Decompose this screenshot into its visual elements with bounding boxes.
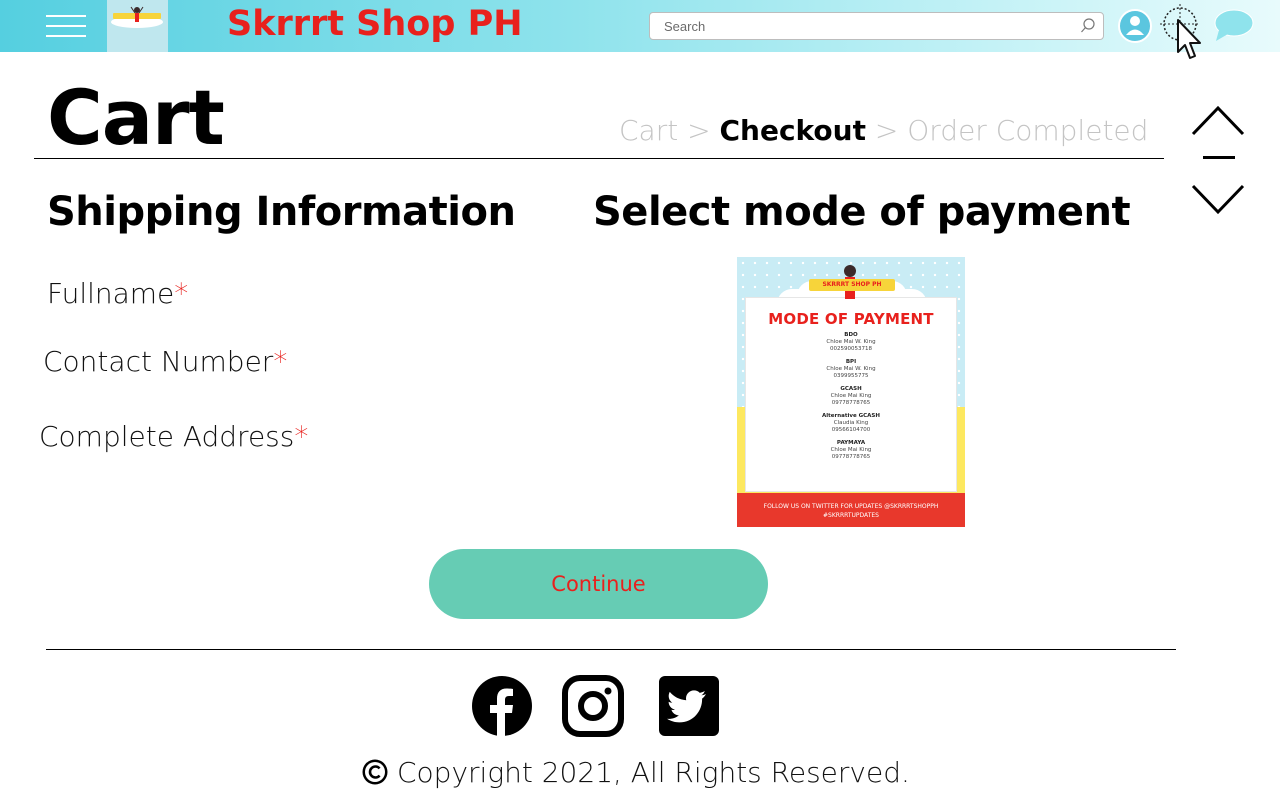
method-number: 09778778765 bbox=[831, 400, 871, 406]
search-input[interactable] bbox=[664, 17, 1064, 35]
copyright-text: Copyright 2021, All Rights Reserved. bbox=[397, 756, 910, 789]
payment-methods-poster[interactable]: SKRRRT SHOP PH MODE OF PAYMENT BDO Chloe… bbox=[737, 257, 965, 527]
field-label-text: Fullname bbox=[47, 277, 175, 310]
required-marker: * bbox=[174, 277, 189, 310]
instagram-icon[interactable] bbox=[562, 675, 624, 737]
shop-logo[interactable] bbox=[107, 0, 168, 52]
poster-heading: MODE OF PAYMENT bbox=[768, 310, 934, 328]
menu-icon[interactable] bbox=[46, 14, 86, 38]
copyright-icon bbox=[362, 759, 388, 785]
breadcrumb-separator: > bbox=[678, 114, 720, 147]
breadcrumb-order-completed: Order Completed bbox=[907, 114, 1149, 147]
poster-banner-text: FOLLOW US ON TWITTER FOR UPDATES @SKRRRT… bbox=[737, 502, 965, 520]
title-divider bbox=[34, 158, 1164, 159]
method-number: 002590053718 bbox=[830, 346, 872, 352]
brand-name[interactable]: Skrrrt Shop PH bbox=[227, 4, 523, 44]
payment-method: BPI Chloe Mai W. King 0399955775 bbox=[737, 359, 965, 380]
scroll-up-icon[interactable] bbox=[1190, 104, 1246, 138]
page-title: Cart bbox=[47, 73, 225, 162]
method-name: Chloe Mai W. King bbox=[826, 339, 876, 345]
field-label-text: Contact Number bbox=[43, 345, 274, 378]
method-number: 09778778765 bbox=[831, 454, 871, 460]
banner-line: FOLLOW US ON TWITTER FOR UPDATES @SKRRRT… bbox=[763, 503, 939, 510]
mascot-head bbox=[844, 265, 856, 277]
payment-method: BDO Chloe Mai W. King 002590053718 bbox=[737, 332, 965, 353]
copyright: Copyright 2021, All Rights Reserved. bbox=[361, 756, 910, 789]
facebook-icon[interactable] bbox=[471, 675, 533, 737]
method-name: Chloe Mai King bbox=[830, 393, 872, 399]
shipping-title: Shipping Information bbox=[47, 189, 516, 235]
fullname-label[interactable]: Fullname* bbox=[47, 277, 188, 310]
twitter-icon[interactable] bbox=[658, 675, 720, 737]
method-bank: BPI bbox=[845, 359, 857, 365]
top-header: Skrrrt Shop PH bbox=[0, 0, 1280, 59]
payment-method-list: BDO Chloe Mai W. King 002590053718 BPI C… bbox=[737, 332, 965, 467]
breadcrumb-cart[interactable]: Cart bbox=[619, 114, 678, 147]
method-bank: Alternative GCASH bbox=[822, 413, 880, 419]
continue-button[interactable]: Continue bbox=[429, 549, 768, 619]
breadcrumb-checkout: Checkout bbox=[719, 114, 866, 147]
payment-title: Select mode of payment bbox=[593, 189, 1131, 235]
method-number: 09566104700 bbox=[831, 427, 871, 433]
poster-badge: SKRRRT SHOP PH bbox=[809, 279, 895, 291]
method-bank: BDO bbox=[844, 332, 858, 338]
method-name: Claudia King bbox=[833, 420, 869, 426]
user-icon[interactable] bbox=[1118, 9, 1152, 43]
payment-method: GCASH Chloe Mai King 09778778765 bbox=[737, 386, 965, 407]
payment-method: PAYMAYA Chloe Mai King 09778778765 bbox=[737, 440, 965, 461]
footer-divider bbox=[46, 649, 1176, 650]
method-bank: GCASH bbox=[840, 386, 862, 392]
search-icon[interactable] bbox=[1079, 17, 1097, 35]
scroll-down-icon[interactable] bbox=[1190, 182, 1246, 216]
breadcrumb-separator: > bbox=[865, 114, 908, 147]
field-label-text: Complete Address bbox=[39, 420, 295, 453]
method-name: Chloe Mai King bbox=[830, 447, 872, 453]
payment-method: Alternative GCASH Claudia King 095661047… bbox=[737, 413, 965, 434]
breadcrumb: Cart > Checkout > Order Completed bbox=[619, 114, 1148, 147]
contact-number-label[interactable]: Contact Number* bbox=[43, 345, 287, 378]
scroll-indicator bbox=[1203, 156, 1235, 159]
method-bank: PAYMAYA bbox=[836, 440, 866, 446]
banner-line: #SKRRRTUPDATES bbox=[823, 512, 879, 519]
cursor-icon bbox=[1160, 4, 1201, 59]
search-bar[interactable] bbox=[649, 12, 1104, 40]
chat-icon[interactable] bbox=[1213, 8, 1255, 44]
required-marker: * bbox=[294, 420, 309, 453]
method-name: Chloe Mai W. King bbox=[826, 366, 876, 372]
required-marker: * bbox=[273, 345, 288, 378]
method-number: 0399955775 bbox=[833, 373, 869, 379]
complete-address-label[interactable]: Complete Address* bbox=[39, 420, 308, 453]
